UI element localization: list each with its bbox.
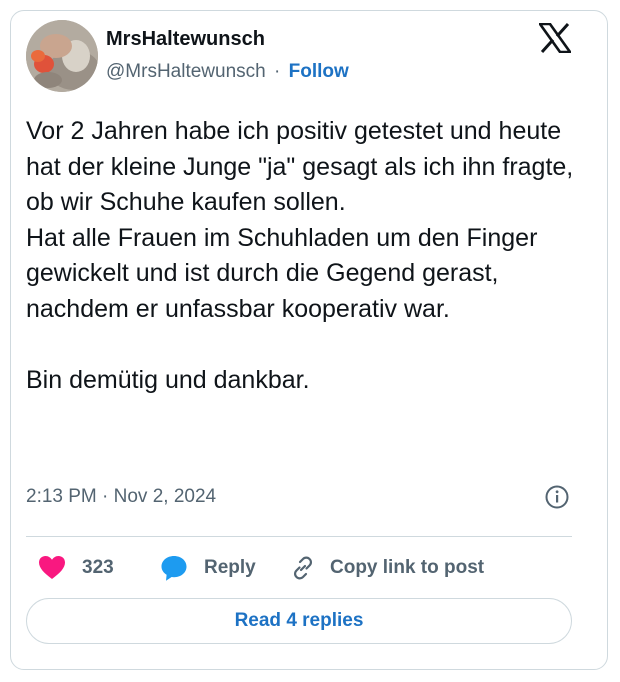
copy-link-label: Copy link to post — [330, 557, 485, 578]
author-display-name[interactable]: MrsHaltewunsch — [106, 27, 265, 51]
reply-button[interactable]: Reply — [160, 551, 256, 585]
follow-button[interactable]: Follow — [289, 61, 349, 82]
tweet-text: Vor 2 Jahren habe ich positiv getestet u… — [26, 114, 581, 398]
read-replies-button[interactable]: Read 4 replies — [26, 598, 572, 644]
copy-link-button[interactable]: Copy link to post — [290, 551, 484, 585]
divider — [26, 536, 572, 537]
info-icon[interactable] — [544, 484, 570, 510]
x-logo-icon[interactable] — [537, 22, 573, 54]
tweet-timestamp[interactable]: 2:13 PM · Nov 2, 2024 — [26, 484, 216, 510]
author-handle-row: @MrsHaltewunsch · Follow — [106, 60, 349, 84]
tweet-paragraph-3: Bin demütig und dankbar. — [26, 365, 310, 394]
like-button[interactable]: 323 — [38, 551, 114, 585]
heart-icon — [38, 555, 66, 581]
reply-label: Reply — [204, 557, 256, 578]
profile-photo-image — [26, 20, 98, 92]
read-replies-label: Read 4 replies — [234, 610, 364, 631]
tweet-paragraph-2: Hat alle Frauen im Schuhladen um den Fin… — [26, 223, 538, 323]
tweet-paragraph-1: Vor 2 Jahren habe ich positiv getestet u… — [26, 117, 574, 216]
avatar[interactable] — [26, 20, 98, 92]
like-count: 323 — [82, 557, 114, 578]
link-icon — [290, 555, 316, 581]
author-handle[interactable]: @MrsHaltewunsch — [106, 61, 266, 82]
reply-bubble-icon — [160, 554, 188, 582]
handle-separator: · — [274, 61, 281, 82]
tweet-actions: 323 Reply Copy link to post — [26, 551, 572, 585]
